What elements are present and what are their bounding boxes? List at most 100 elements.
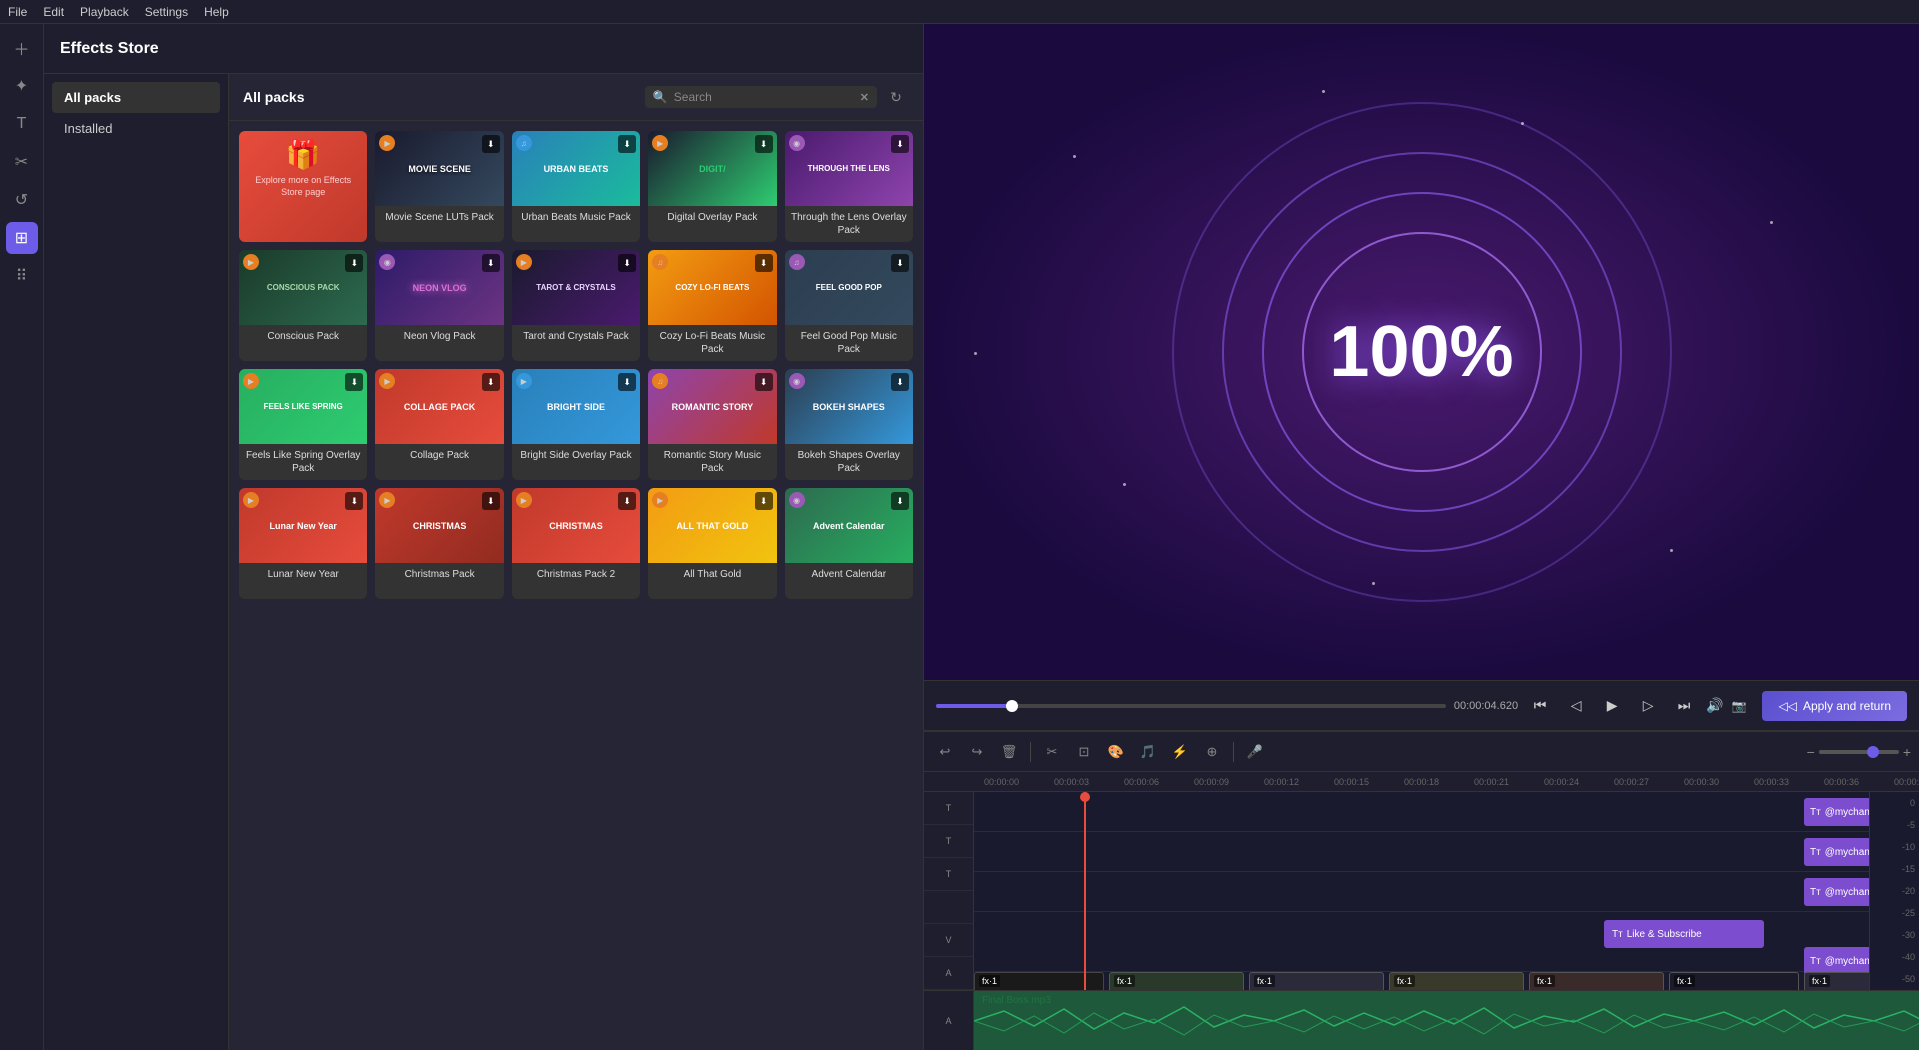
text-track-mychannel-4[interactable]: Тт @mychannel — [1804, 947, 1869, 975]
pack-movie-scene[interactable]: MOVIE SCENE ▶ ⬇ Movie Scene LUTs Pack — [375, 131, 503, 242]
skip-start-btn[interactable]: ⏮ — [1526, 692, 1554, 720]
video-clip-4[interactable]: fx·1 — [1389, 972, 1524, 990]
prev-frame-btn[interactable]: ◁ — [1562, 692, 1590, 720]
volume-icon[interactable]: 🔊 — [1706, 697, 1723, 714]
pack-badge-lens: ◉ — [789, 135, 805, 151]
pack-thumb-tarot: TAROT & CRYSTALS ▶ ⬇ — [512, 250, 640, 325]
scissors-icon[interactable]: ✂ — [6, 146, 38, 178]
cursor-icon[interactable]: ↺ — [6, 184, 38, 216]
menu-edit[interactable]: Edit — [43, 5, 64, 19]
cut-button[interactable]: ✂ — [1039, 739, 1065, 765]
progress-bar[interactable] — [936, 704, 1446, 708]
download-bright[interactable]: ⬇ — [618, 373, 636, 391]
video-clip-6[interactable]: fx·1 — [1669, 972, 1799, 990]
pack-through-lens[interactable]: THROUGH THE LENS ◉ ⬇ Through the Lens Ov… — [785, 131, 913, 242]
download-advent[interactable]: ⬇ — [891, 492, 909, 510]
add-icon[interactable]: ＋ — [6, 32, 38, 64]
audio-button[interactable]: 🎵 — [1135, 739, 1161, 765]
progress-handle[interactable] — [1006, 700, 1018, 712]
pack-thumb-cozy: COZY LO-FI BEATS ♫ ⬇ — [648, 250, 776, 325]
pack-conscious[interactable]: CONSCIOUS PACK ▶ ⬇ Conscious Pack — [239, 250, 367, 361]
download-bokeh[interactable]: ⬇ — [891, 373, 909, 391]
download-gold[interactable]: ⬇ — [755, 492, 773, 510]
play-btn[interactable]: ▶ — [1598, 692, 1626, 720]
zoom-slider[interactable] — [1819, 750, 1899, 754]
pack-tarot[interactable]: TAROT & CRYSTALS ▶ ⬇ Tarot and Crystals … — [512, 250, 640, 361]
text-track-label-1: @mychannel — [1825, 807, 1869, 818]
pack-bright-side[interactable]: BRIGHT SIDE ▶ ⬇ Bright Side Overlay Pack — [512, 369, 640, 480]
download-xmas2[interactable]: ⬇ — [618, 492, 636, 510]
undo-button[interactable]: ↩ — [932, 739, 958, 765]
clear-search-icon[interactable]: ✕ — [860, 91, 869, 104]
download-urban[interactable]: ⬇ — [618, 135, 636, 153]
like-subscribe-track[interactable]: Тт Like & Subscribe — [1604, 920, 1764, 948]
download-romantic[interactable]: ⬇ — [755, 373, 773, 391]
mic-button[interactable]: 🎤 — [1242, 739, 1268, 765]
pack-christmas2[interactable]: CHRISTMAS ▶ ⬇ Christmas Pack 2 — [512, 488, 640, 599]
download-movie[interactable]: ⬇ — [482, 135, 500, 153]
redo-button[interactable]: ↪ — [964, 739, 990, 765]
pack-all-gold[interactable]: ALL THAT GOLD ▶ ⬇ All That Gold — [648, 488, 776, 599]
pack-advent[interactable]: Advent Calendar ◉ ⬇ Advent Calendar — [785, 488, 913, 599]
pack-romantic[interactable]: ROMANTIC STORY ♫ ⬇ Romantic Story Music … — [648, 369, 776, 480]
pack-cozy-lofi[interactable]: COZY LO-FI BEATS ♫ ⬇ Cozy Lo-Fi Beats Mu… — [648, 250, 776, 361]
next-frame-btn[interactable]: ▷ — [1634, 692, 1662, 720]
search-input[interactable] — [674, 90, 854, 104]
effects-icon[interactable]: ⊞ — [6, 222, 38, 254]
text-track-mychannel-2[interactable]: Тт @mychannel — [1804, 838, 1869, 866]
pack-neon-vlog[interactable]: NEON VLOG ◉ ⬇ Neon Vlog Pack — [375, 250, 503, 361]
download-tarot[interactable]: ⬇ — [618, 254, 636, 272]
pack-label-lens: Through the Lens Overlay Pack — [785, 206, 913, 242]
pack-bokeh[interactable]: BOKEH SHAPES ◉ ⬇ Bokeh Shapes Overlay Pa… — [785, 369, 913, 480]
cat-all-packs[interactable]: All packs — [52, 82, 220, 113]
video-clip-2[interactable]: fx·1 — [1109, 972, 1244, 990]
download-spring[interactable]: ⬇ — [345, 373, 363, 391]
grid-icon[interactable]: ⠿ — [6, 260, 38, 292]
download-neon[interactable]: ⬇ — [482, 254, 500, 272]
download-digital[interactable]: ⬇ — [755, 135, 773, 153]
menu-file[interactable]: File — [8, 5, 27, 19]
menu-playback[interactable]: Playback — [80, 5, 129, 19]
cat-installed[interactable]: Installed — [52, 113, 220, 144]
speed-button[interactable]: ⚡ — [1167, 739, 1193, 765]
video-clip-7[interactable]: fx·1 — [1804, 972, 1869, 990]
download-feel-good[interactable]: ⬇ — [891, 254, 909, 272]
skip-end-btn[interactable]: ⏭ — [1670, 692, 1698, 720]
download-lunar[interactable]: ⬇ — [345, 492, 363, 510]
pack-christmas1[interactable]: CHRISTMAS ▶ ⬇ Christmas Pack — [375, 488, 503, 599]
apply-return-button[interactable]: ◁◁ Apply and return — [1762, 691, 1907, 721]
menu-settings[interactable]: Settings — [145, 5, 188, 19]
explore-more-card[interactable]: 🎁 Explore more on Effects Store page — [239, 131, 367, 242]
text-icon[interactable]: T — [6, 108, 38, 140]
delete-button[interactable]: 🗑 — [996, 739, 1022, 765]
video-clip-5[interactable]: fx·1 — [1529, 972, 1664, 990]
pack-feel-good[interactable]: FEEL GOOD POP ♫ ⬇ Feel Good Pop Music Pa… — [785, 250, 913, 361]
zoom-in-btn[interactable]: + — [1903, 744, 1911, 760]
pack-urban-beats[interactable]: URBAN BEATS ♫ ⬇ Urban Beats Music Pack — [512, 131, 640, 242]
color-button[interactable]: 🎨 — [1103, 739, 1129, 765]
transform-button[interactable]: ⊡ — [1071, 739, 1097, 765]
magic-icon[interactable]: ✦ — [6, 70, 38, 102]
download-conscious[interactable]: ⬇ — [345, 254, 363, 272]
refresh-button[interactable]: ↻ — [883, 84, 909, 110]
pack-spring[interactable]: FEELS LIKE SPRING ▶ ⬇ Feels Like Spring … — [239, 369, 367, 480]
download-xmas1[interactable]: ⬇ — [482, 492, 500, 510]
zoom-out-btn[interactable]: − — [1807, 744, 1815, 760]
pack-digital-overlay[interactable]: DIGIT/ ▶ ⬇ Digital Overlay Pack — [648, 131, 776, 242]
menu-help[interactable]: Help — [204, 5, 229, 19]
motion-button[interactable]: ⊕ — [1199, 739, 1225, 765]
zoom-handle[interactable] — [1867, 746, 1879, 758]
text-track-mychannel-3[interactable]: Тт @mychannel — [1804, 878, 1869, 906]
video-clip-3[interactable]: fx·1 — [1249, 972, 1384, 990]
text-track-mychannel-1[interactable]: Тт @mychannel — [1804, 798, 1869, 826]
pack-lunar[interactable]: Lunar New Year ▶ ⬇ Lunar New Year — [239, 488, 367, 599]
pack-collage[interactable]: COLLAGE PACK ▶ ⬇ Collage Pack — [375, 369, 503, 480]
download-lens[interactable]: ⬇ — [891, 135, 909, 153]
download-collage[interactable]: ⬇ — [482, 373, 500, 391]
snapshot-icon[interactable]: 📷 — [1732, 699, 1747, 713]
audio-track-content[interactable]: Final Boss.mp3 — [974, 991, 1919, 1050]
download-cozy[interactable]: ⬇ — [755, 254, 773, 272]
db-40: -40 — [1902, 952, 1915, 962]
pack-thumb-urban: URBAN BEATS ♫ ⬇ — [512, 131, 640, 206]
right-area: 100% 00:00:04.620 ⏮ ◁ ▶ ▷ ⏭ 🔊 📷 ◁◁ Apply… — [924, 24, 1919, 1050]
